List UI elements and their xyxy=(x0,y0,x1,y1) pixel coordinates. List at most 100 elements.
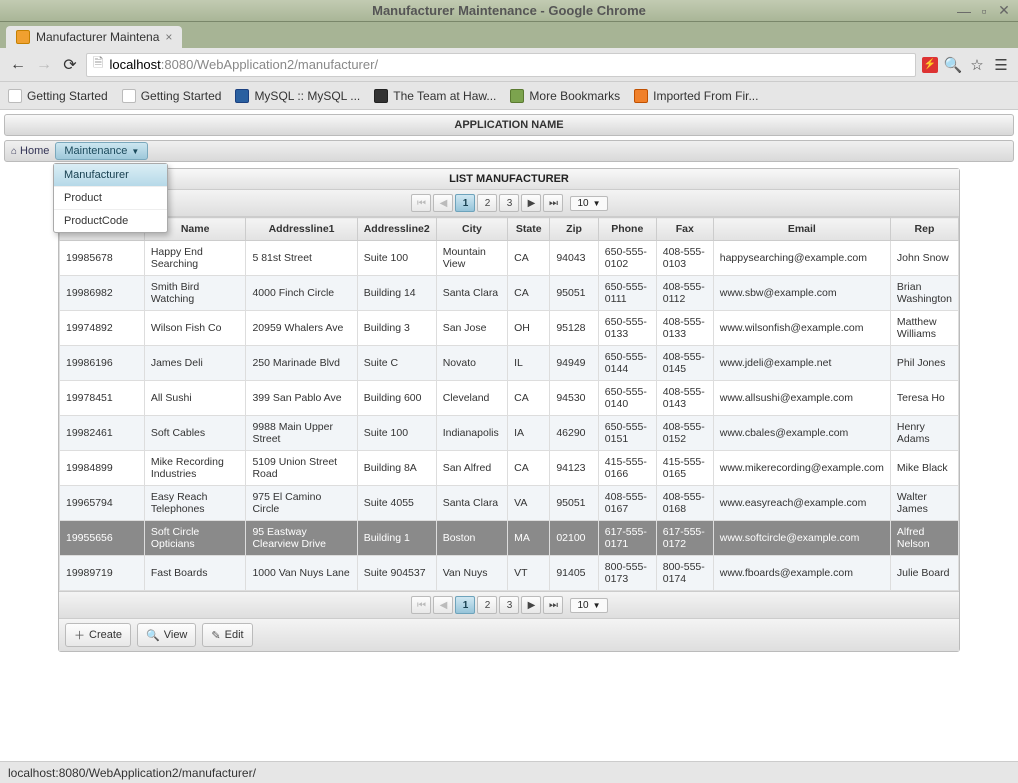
table-cell: 19978451 xyxy=(60,381,145,416)
page-next-button[interactable]: ▶ xyxy=(521,596,541,614)
page-1-button[interactable]: 1 xyxy=(455,194,475,212)
page-last-button[interactable]: ⏭ xyxy=(543,596,563,614)
column-header[interactable]: Fax xyxy=(656,218,713,241)
table-row[interactable]: 19974892Wilson Fish Co20959 Whalers AveB… xyxy=(60,311,959,346)
table-cell: Suite 100 xyxy=(357,241,436,276)
table-cell: Santa Clara xyxy=(436,486,507,521)
bookmark-label: The Team at Haw... xyxy=(393,89,496,103)
window-title: Manufacturer Maintenance - Google Chrome xyxy=(372,3,646,18)
status-bar: localhost:8080/WebApplication2/manufactu… xyxy=(0,761,1018,783)
edit-button[interactable]: ✎Edit xyxy=(202,623,252,647)
table-row[interactable]: 19965794Easy Reach Telephones975 El Cami… xyxy=(60,486,959,521)
table-cell: 408-555-0167 xyxy=(598,486,656,521)
bookmarks-bar: Getting Started Getting Started MySQL :: M… xyxy=(0,82,1018,110)
table-cell: 46290 xyxy=(550,416,598,451)
page-first-button[interactable]: ⏮ xyxy=(411,596,431,614)
breadcrumb-home[interactable]: ⌂ Home xyxy=(11,145,49,157)
table-row[interactable]: 19986196James Deli250 Marinade BlvdSuite… xyxy=(60,346,959,381)
flash-icon[interactable]: ⚡ xyxy=(922,57,938,73)
maintenance-dropdown: ManufacturerProductProductCode xyxy=(53,163,168,233)
page-1-button[interactable]: 1 xyxy=(455,596,475,614)
page-prev-button[interactable]: ◀ xyxy=(433,596,453,614)
column-header[interactable]: City xyxy=(436,218,507,241)
dropdown-item-productcode[interactable]: ProductCode xyxy=(54,210,167,232)
table-cell: 1000 Van Nuys Lane xyxy=(246,556,357,591)
search-icon: 🔍 xyxy=(146,629,160,642)
column-header[interactable]: State xyxy=(508,218,550,241)
bookmark-item[interactable]: The Team at Haw... xyxy=(374,89,496,103)
page-size-select[interactable]: 10 ▼ xyxy=(570,598,607,613)
table-cell: Van Nuys xyxy=(436,556,507,591)
table-row[interactable]: 19978451All Sushi399 San Pablo AveBuildi… xyxy=(60,381,959,416)
close-button[interactable]: ✕ xyxy=(996,3,1012,19)
column-header[interactable]: Email xyxy=(713,218,890,241)
view-button[interactable]: 🔍View xyxy=(137,623,196,647)
bookmark-item[interactable]: Getting Started xyxy=(122,89,222,103)
create-button[interactable]: ＋Create xyxy=(65,623,131,647)
bookmark-item[interactable]: Imported From Fir... xyxy=(634,89,758,103)
browser-tab[interactable]: Manufacturer Maintena × xyxy=(6,26,182,48)
page-2-button[interactable]: 2 xyxy=(477,596,497,614)
table-cell: Brian Washington xyxy=(890,276,958,311)
table-cell: San Alfred xyxy=(436,451,507,486)
table-cell: VA xyxy=(508,486,550,521)
table-cell: 19955656 xyxy=(60,521,145,556)
bookmark-icon xyxy=(374,89,388,103)
pencil-icon: ✎ xyxy=(211,629,220,642)
back-button[interactable]: ← xyxy=(8,55,28,75)
table-cell: www.sbw@example.com xyxy=(713,276,890,311)
maintenance-menu[interactable]: Maintenance ▼ xyxy=(55,142,148,160)
browser-toolbar: ← → ⟳ 🗎 localhost:8080/WebApplication2/m… xyxy=(0,48,1018,82)
table-cell: Mike Black xyxy=(890,451,958,486)
table-cell: 95051 xyxy=(550,276,598,311)
menu-icon[interactable]: ☰ xyxy=(992,56,1010,74)
table-cell: Phil Jones xyxy=(890,346,958,381)
reload-button[interactable]: ⟳ xyxy=(60,55,80,75)
column-header[interactable]: Zip xyxy=(550,218,598,241)
table-cell: Building 8A xyxy=(357,451,436,486)
table-cell: 800-555-0174 xyxy=(656,556,713,591)
column-header[interactable]: Addressline2 xyxy=(357,218,436,241)
table-row[interactable]: 19986982Smith Bird Watching4000 Finch Ci… xyxy=(60,276,959,311)
table-cell: 19984899 xyxy=(60,451,145,486)
column-header[interactable]: Phone xyxy=(598,218,656,241)
bookmark-icon xyxy=(235,89,249,103)
bookmark-label: Getting Started xyxy=(141,89,222,103)
table-row[interactable]: 19982461Soft Cables9988 Main Upper Stree… xyxy=(60,416,959,451)
table-cell: 5109 Union Street Road xyxy=(246,451,357,486)
bookmark-item[interactable]: MySQL :: MySQL ... xyxy=(235,89,360,103)
table-cell: MA xyxy=(508,521,550,556)
maximize-button[interactable]: ▫ xyxy=(976,3,992,19)
bookmark-icon xyxy=(122,89,136,103)
dropdown-item-product[interactable]: Product xyxy=(54,187,167,210)
column-header[interactable]: Rep xyxy=(890,218,958,241)
column-header[interactable]: Addressline1 xyxy=(246,218,357,241)
page-3-button[interactable]: 3 xyxy=(499,596,519,614)
bookmark-star-icon[interactable]: ☆ xyxy=(968,56,986,74)
search-icon[interactable]: 🔍 xyxy=(944,56,962,74)
page-first-button[interactable]: ⏮ xyxy=(411,194,431,212)
table-cell: 399 San Pablo Ave xyxy=(246,381,357,416)
page-3-button[interactable]: 3 xyxy=(499,194,519,212)
page-2-button[interactable]: 2 xyxy=(477,194,497,212)
table-row[interactable]: 19984899Mike Recording Industries5109 Un… xyxy=(60,451,959,486)
page-last-button[interactable]: ⏭ xyxy=(543,194,563,212)
tab-close-icon[interactable]: × xyxy=(165,30,172,44)
minimize-button[interactable]: — xyxy=(956,3,972,19)
forward-button[interactable]: → xyxy=(34,55,54,75)
address-bar[interactable]: 🗎 localhost:8080/WebApplication2/manufac… xyxy=(86,53,916,77)
table-row[interactable]: 19985678Happy End Searching5 81st Street… xyxy=(60,241,959,276)
table-row[interactable]: 19989719Fast Boards1000 Van Nuys LaneSui… xyxy=(60,556,959,591)
dropdown-item-manufacturer[interactable]: Manufacturer xyxy=(54,164,167,187)
page-next-button[interactable]: ▶ xyxy=(521,194,541,212)
bookmark-item[interactable]: Getting Started xyxy=(8,89,108,103)
page-prev-button[interactable]: ◀ xyxy=(433,194,453,212)
table-cell: Novato xyxy=(436,346,507,381)
table-cell: 650-555-0140 xyxy=(598,381,656,416)
table-cell: 95128 xyxy=(550,311,598,346)
table-row[interactable]: 19955656Soft Circle Opticians95 Eastway … xyxy=(60,521,959,556)
table-cell: All Sushi xyxy=(144,381,246,416)
table-cell: 95051 xyxy=(550,486,598,521)
bookmark-item[interactable]: More Bookmarks xyxy=(510,89,620,103)
page-size-select[interactable]: 10 ▼ xyxy=(570,196,607,211)
